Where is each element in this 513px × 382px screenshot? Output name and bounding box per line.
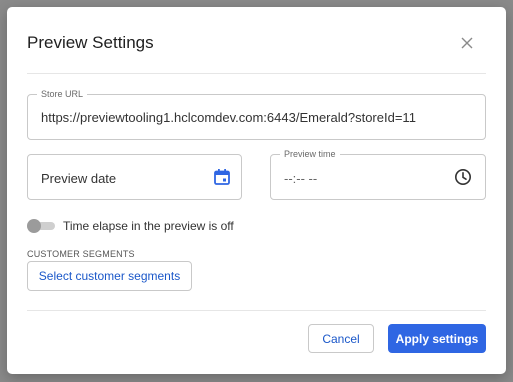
preview-date-field[interactable]: Preview date [27,154,242,200]
store-url-label: Store URL [37,88,88,100]
store-url-value[interactable]: https://previewtooling1.hclcomdev.com:64… [41,110,416,125]
preview-date-placeholder: Preview date [41,171,117,186]
header-divider [27,73,486,74]
toggle-thumb[interactable] [27,219,41,233]
cancel-button[interactable]: Cancel [308,324,374,353]
close-icon[interactable] [459,35,475,51]
dialog-title: Preview Settings [27,33,154,52]
customer-segments-heading: CUSTOMER SEGMENTS [27,249,135,259]
preview-time-field[interactable]: Preview time --:-- -- [270,148,486,200]
select-customer-segments-button[interactable]: Select customer segments [27,261,192,291]
time-elapse-label: Time elapse in the preview is off [63,219,234,233]
footer-divider [27,310,486,311]
preview-time-value[interactable]: --:-- -- [284,171,317,186]
preview-settings-dialog: Preview Settings Store URL https://previ… [7,7,506,374]
preview-time-label: Preview time [280,148,340,160]
time-elapse-toggle[interactable] [27,219,55,233]
clock-icon[interactable] [454,168,472,186]
apply-settings-button[interactable]: Apply settings [388,324,486,353]
store-url-field[interactable]: Store URL https://previewtooling1.hclcom… [27,88,486,140]
calendar-icon[interactable] [213,168,231,186]
